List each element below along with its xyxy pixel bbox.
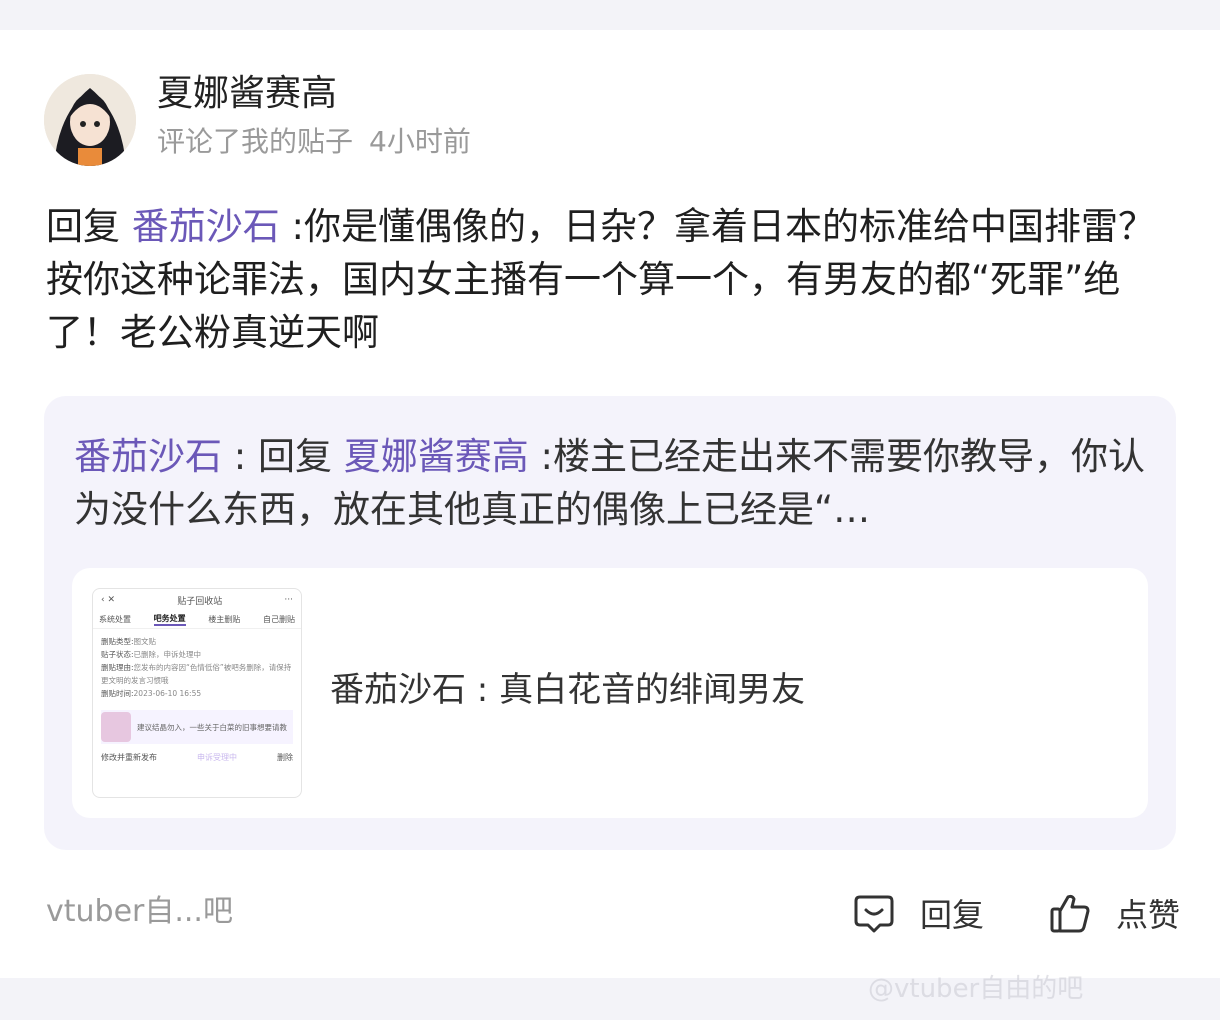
thumb-more-icon: ··· <box>284 595 293 605</box>
thumb-footer: 修改并重新发布 申诉受理中 删除 <box>93 748 301 767</box>
comment-author[interactable]: 夏娜酱赛高 <box>157 72 337 116</box>
thumb-key: 删贴时间: <box>101 689 134 698</box>
thumb-foot-right: 删除 <box>277 753 293 762</box>
thumb-foot-left: 修改并重新发布 <box>101 753 157 762</box>
thumb-header: ‹ ✕ 贴子回收站 ··· <box>93 589 301 611</box>
comment-time: 4小时前 <box>369 125 471 158</box>
like-label: 点赞 <box>1116 896 1181 934</box>
thumb-foot-mid: 申诉受理中 <box>197 753 237 762</box>
thumb-val: 已删除，申诉处理中 <box>133 650 202 659</box>
thumb-tab: 自己删贴 <box>262 615 295 624</box>
avatar[interactable] <box>44 74 136 166</box>
quote-mention[interactable]: 夏娜酱赛高 <box>344 435 529 478</box>
comment-text: 回复 番茄沙石 :你是懂偶像的，日杂？拿着日本的标准给中国排雷？按你这种论罪法，… <box>46 200 1156 359</box>
thumb-tab: 吧务处置 <box>153 613 186 626</box>
thumb-mini-avatar <box>101 712 131 742</box>
thumb-key: 贴子状态: <box>101 650 134 659</box>
reply-prefix: 回复 <box>46 205 132 248</box>
like-button[interactable]: 点赞 <box>1048 888 1180 938</box>
top-separator <box>0 0 1220 30</box>
thumbs-up-icon <box>1050 894 1090 933</box>
reply-button[interactable]: 回复 <box>852 888 984 938</box>
thumb-tab: 系统处置 <box>99 615 131 624</box>
source-forum[interactable]: vtuber自...吧 <box>46 890 233 934</box>
comment-meta: 评论了我的贴子 4小时前 <box>157 124 471 160</box>
post-thumbnail: ‹ ✕ 贴子回收站 ··· 系统处置 吧务处置 楼主删贴 自己删贴 删贴类型:图… <box>92 588 302 798</box>
thumb-tabs: 系统处置 吧务处置 楼主删贴 自己删贴 <box>93 611 301 629</box>
quote-author[interactable]: 番茄沙石 <box>74 435 222 478</box>
thumb-key: 删贴类型: <box>101 637 134 646</box>
thumb-val: 图文贴 <box>133 637 157 646</box>
quote-text: 番茄沙石 : 回复 夏娜酱赛高 :楼主已经走出来不需要你教导，你认为没什么东西，… <box>74 430 1154 542</box>
thumb-tab: 楼主删贴 <box>208 615 241 624</box>
watermark: @vtuber自由的吧 <box>868 974 1084 1004</box>
thumb-title: 贴子回收站 <box>177 596 223 607</box>
reply-mention[interactable]: 番茄沙石 <box>132 205 280 248</box>
comment-action: 评论了我的贴子 <box>157 125 354 158</box>
thumb-val: 2023-06-10 16:55 <box>133 689 202 698</box>
avatar-image <box>44 74 136 166</box>
quoted-comment[interactable]: 番茄沙石 : 回复 夏娜酱赛高 :楼主已经走出来不需要你教导，你认为没什么东西，… <box>44 396 1176 850</box>
reply-label: 回复 <box>920 896 985 934</box>
thumb-key: 删贴理由: <box>101 663 134 672</box>
comment-icon <box>854 895 894 933</box>
thumb-banner-text: 建议结晶勿入，一些关于白菜的旧事想要请教 <box>137 722 287 732</box>
thumb-back-icon: ‹ ✕ <box>101 595 116 605</box>
thumb-banner: 建议结晶勿入，一些关于白菜的旧事想要请教 <box>101 710 293 744</box>
original-post-card[interactable]: ‹ ✕ 贴子回收站 ··· 系统处置 吧务处置 楼主删贴 自己删贴 删贴类型:图… <box>72 568 1148 818</box>
post-title: 番茄沙石 : 真白花音的绯闻男友 <box>330 670 806 710</box>
quote-sep: : 回复 <box>222 435 344 478</box>
thumb-body: 删贴类型:图文贴 贴子状态:已删除，申诉处理中 删贴理由:您发布的内容因“色情低… <box>93 629 301 706</box>
